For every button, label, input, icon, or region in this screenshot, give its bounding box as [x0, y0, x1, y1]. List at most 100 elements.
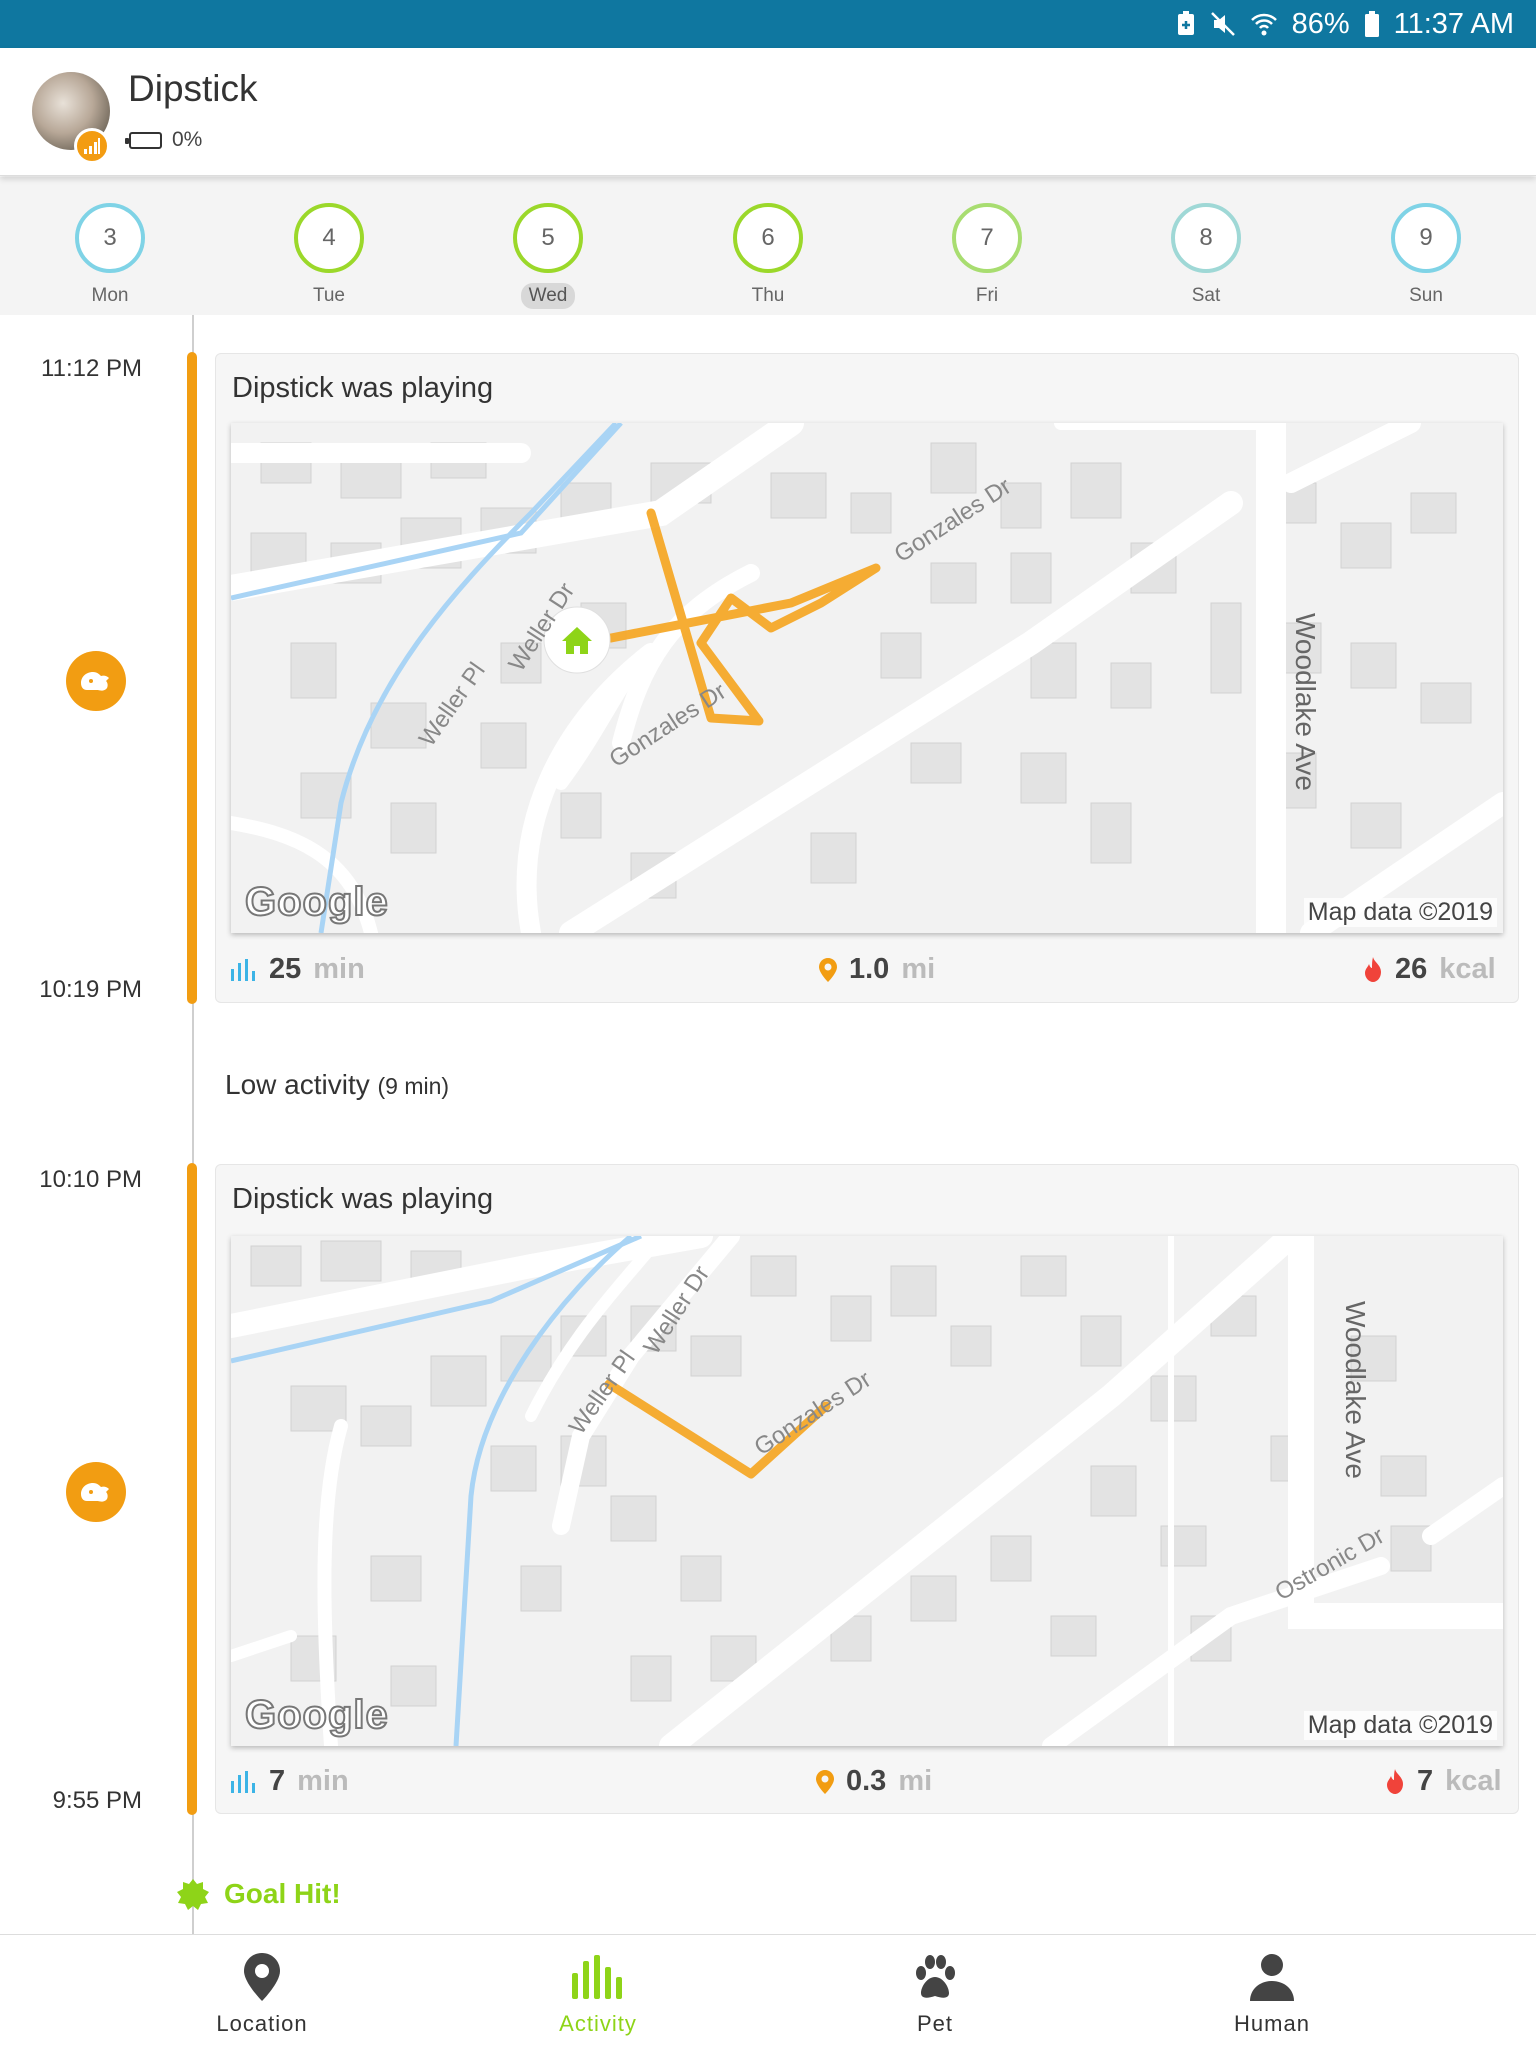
activity-start-time: 11:12 PM — [41, 355, 142, 382]
person-icon — [1162, 1949, 1382, 2005]
street-label: Woodlake Ave — [1290, 613, 1321, 791]
nav-location[interactable]: Location — [152, 1949, 372, 2037]
distance-unit: mi — [898, 1765, 933, 1797]
day-label: Sun — [1409, 285, 1443, 306]
activity-duration-bar — [187, 352, 197, 1004]
day-label: Tue — [312, 285, 346, 306]
duration-value: 7 — [269, 1765, 286, 1797]
calories-stat: 7 kcal — [1385, 1765, 1502, 1798]
route-map[interactable]: Gonzales Dr Woodlake Ave Weller Dr Welle… — [231, 423, 1503, 933]
day-label: Thu — [751, 285, 785, 306]
day-fri[interactable]: 7 Fri — [927, 203, 1047, 309]
day-tue[interactable]: 4 Tue — [269, 203, 389, 309]
day-mon[interactable]: 3 Mon — [50, 203, 170, 309]
battery-level: 0% — [172, 128, 203, 151]
day-ring: 3 — [75, 203, 145, 273]
signal-badge-icon — [74, 128, 110, 164]
activity-end-time: 9:55 PM — [52, 1787, 142, 1814]
activity-stats: 7 min 0.3 mi 7 kcal — [216, 1761, 1518, 1805]
location-pin-icon — [816, 1769, 834, 1794]
wifi-icon — [1250, 11, 1278, 37]
activity-start-time: 10:10 PM — [39, 1166, 142, 1193]
day-ring: 7 — [952, 203, 1022, 273]
day-label: Mon — [91, 285, 129, 306]
paw-icon — [825, 1949, 1045, 2005]
battery-saver-icon — [1176, 11, 1196, 37]
duration-stat: 25 min — [231, 953, 365, 986]
route-map[interactable]: Weller Dr Weller Pl Gonzales Dr Woodlake… — [231, 1236, 1503, 1746]
map-logo: Google — [244, 879, 389, 925]
day-label: Fri — [975, 285, 999, 306]
activity-card[interactable]: Dipstick was playing — [215, 1164, 1519, 1814]
nav-human[interactable]: Human — [1162, 1949, 1382, 2037]
status-bar: 86% 11:37 AM — [0, 0, 1536, 48]
location-pin-icon — [152, 1949, 372, 2005]
low-activity-duration: (9 min) — [377, 1073, 450, 1099]
bottom-nav: Location Activity Pet Human — [0, 1934, 1536, 2048]
day-label-selected: Wed — [520, 283, 576, 309]
day-ring: 5 — [513, 203, 583, 273]
battery-icon — [1364, 10, 1380, 38]
week-selector: 3 Mon 4 Tue 5 Wed 6 Thu 7 Fri 8 Sat 9 Su… — [0, 177, 1536, 315]
calories-value: 26 — [1395, 953, 1428, 985]
day-sun[interactable]: 9 Sun — [1366, 203, 1486, 309]
distance-unit: mi — [901, 953, 936, 985]
activity-title: Dipstick was playing — [232, 372, 494, 404]
calories-stat: 26 kcal — [1363, 953, 1496, 986]
flame-icon — [1387, 1768, 1403, 1794]
activity-bars-icon — [231, 1770, 255, 1793]
clock: 11:37 AM — [1393, 7, 1514, 40]
low-activity-entry: Low activity (9 min) — [225, 1069, 449, 1101]
route-map-drawing: Weller Dr Weller Pl Gonzales Dr Woodlake… — [231, 1236, 1503, 1746]
activity-stats: 25 min 1.0 mi 26 kcal — [216, 949, 1518, 993]
goal-hit-marker: Goal Hit! — [176, 1877, 341, 1911]
goal-badge-icon — [177, 1879, 209, 1910]
goal-label: Goal Hit! — [224, 1878, 341, 1909]
duration-value: 25 — [269, 953, 302, 985]
distance-stat: 0.3 mi — [816, 1765, 932, 1798]
nav-label: Pet — [916, 2011, 954, 2036]
flame-icon — [1365, 956, 1381, 982]
duration-unit: min — [313, 953, 365, 985]
street-label: Woodlake Ave — [1340, 1301, 1371, 1479]
map-credit: Map data ©2019 — [1303, 1711, 1497, 1740]
day-ring: 9 — [1391, 203, 1461, 273]
day-ring: 6 — [733, 203, 803, 273]
pet-name: Dipstick — [128, 68, 258, 109]
day-ring: 8 — [1171, 203, 1241, 273]
nav-label: Location — [216, 2011, 308, 2036]
battery-empty-icon — [125, 131, 162, 149]
play-activity-icon — [66, 651, 126, 711]
duration-unit: min — [297, 1765, 349, 1797]
nav-pet[interactable]: Pet — [825, 1949, 1045, 2037]
calories-unit: kcal — [1439, 953, 1496, 985]
route-map-drawing: Gonzales Dr Woodlake Ave Weller Dr Welle… — [231, 423, 1503, 933]
day-wed[interactable]: 5 Wed — [488, 203, 608, 309]
nav-label: Human — [1234, 2011, 1310, 2036]
nav-activity[interactable]: Activity — [488, 1949, 708, 2037]
activity-card[interactable]: Dipstick was playing — [215, 353, 1519, 1003]
activity-end-time: 10:19 PM — [39, 976, 142, 1003]
activity-title: Dipstick was playing — [232, 1183, 494, 1215]
nav-label: Activity — [559, 2011, 637, 2036]
activity-bars-icon — [231, 958, 255, 981]
day-sat[interactable]: 8 Sat — [1146, 203, 1266, 309]
calories-value: 7 — [1417, 1765, 1434, 1797]
distance-value: 1.0 — [849, 953, 890, 985]
day-thu[interactable]: 6 Thu — [708, 203, 828, 309]
battery-percent: 86% — [1291, 7, 1350, 40]
play-activity-icon — [66, 1462, 126, 1522]
calories-unit: kcal — [1445, 1765, 1502, 1797]
activity-bars-icon — [488, 1949, 708, 2005]
day-label: Sat — [1191, 285, 1221, 306]
mute-icon — [1210, 11, 1236, 37]
map-credit: Map data ©2019 — [1303, 898, 1497, 927]
map-logo: Google — [244, 1692, 389, 1738]
pet-header: Dipstick 0% — [0, 48, 1536, 176]
activity-duration-bar — [187, 1163, 197, 1815]
location-pin-icon — [819, 957, 837, 982]
low-activity-label: Low activity — [225, 1069, 370, 1100]
distance-stat: 1.0 mi — [819, 953, 935, 986]
distance-value: 0.3 — [846, 1765, 887, 1797]
day-ring: 4 — [294, 203, 364, 273]
